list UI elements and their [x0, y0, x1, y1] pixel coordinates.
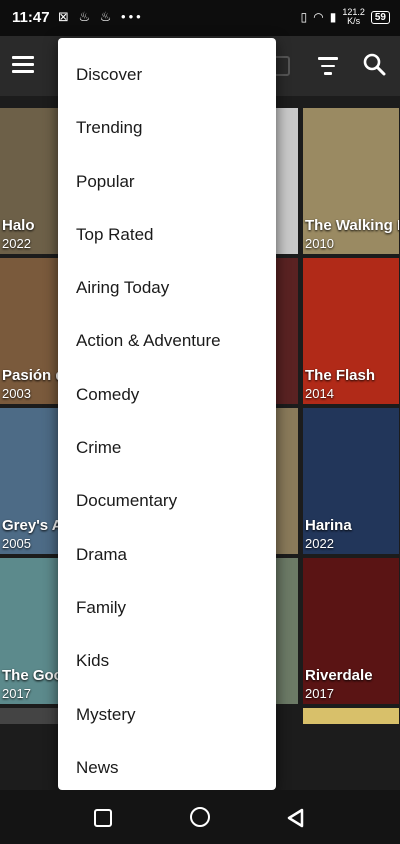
poster-card[interactable]: The Walking Dead 2010	[303, 108, 399, 254]
net-speed: 121.2 K/s	[342, 7, 365, 26]
filter-icon[interactable]	[314, 52, 342, 80]
menu-item-kids[interactable]: Kids	[58, 634, 276, 687]
menu-item-action-adventure[interactable]: Action & Adventure	[58, 314, 276, 367]
hamburger-menu-icon[interactable]	[12, 52, 40, 80]
wifi-icon: ◠	[313, 10, 324, 24]
menu-item-crime[interactable]: Crime	[58, 421, 276, 474]
poster-card[interactable]: Harina 2022	[303, 408, 399, 554]
menu-item-airing-today[interactable]: Airing Today	[58, 261, 276, 314]
triangle-back-icon[interactable]	[286, 808, 306, 833]
circle-icon[interactable]	[190, 807, 210, 827]
next-row-strip	[303, 708, 399, 724]
search-icon[interactable]	[362, 52, 390, 80]
category-dropdown-menu: Discover Trending Popular Top Rated Airi…	[58, 38, 276, 790]
status-time: 11:47	[12, 9, 50, 26]
menu-item-trending[interactable]: Trending	[58, 101, 276, 154]
poster-card[interactable]: The Flash 2014	[303, 258, 399, 404]
status-right: ▯ ◠ ▮ 121.2 K/s 59	[301, 8, 390, 26]
status-bar: 11:47 ⊠ ♨ ♨ ••• ▯ ◠ ▮ 121.2 K/s 59	[0, 0, 400, 36]
notification-icons: ⊠ ♨ ♨ •••	[58, 9, 144, 24]
menu-item-documentary[interactable]: Documentary	[58, 474, 276, 527]
menu-item-top-rated[interactable]: Top Rated	[58, 208, 276, 261]
square-icon[interactable]	[94, 809, 112, 827]
menu-item-news[interactable]: News	[58, 741, 276, 790]
menu-item-drama[interactable]: Drama	[58, 528, 276, 581]
battery-icon: 59	[370, 10, 390, 24]
signal-icon: ▮	[329, 10, 337, 24]
menu-item-comedy[interactable]: Comedy	[58, 368, 276, 421]
system-nav-bar	[0, 790, 400, 844]
vibrate-icon: ▯	[300, 10, 308, 24]
menu-item-popular[interactable]: Popular	[58, 155, 276, 208]
poster-card[interactable]: Riverdale 2017	[303, 558, 399, 704]
menu-item-discover[interactable]: Discover	[58, 48, 276, 101]
menu-item-mystery[interactable]: Mystery	[58, 688, 276, 741]
menu-item-family[interactable]: Family	[58, 581, 276, 634]
